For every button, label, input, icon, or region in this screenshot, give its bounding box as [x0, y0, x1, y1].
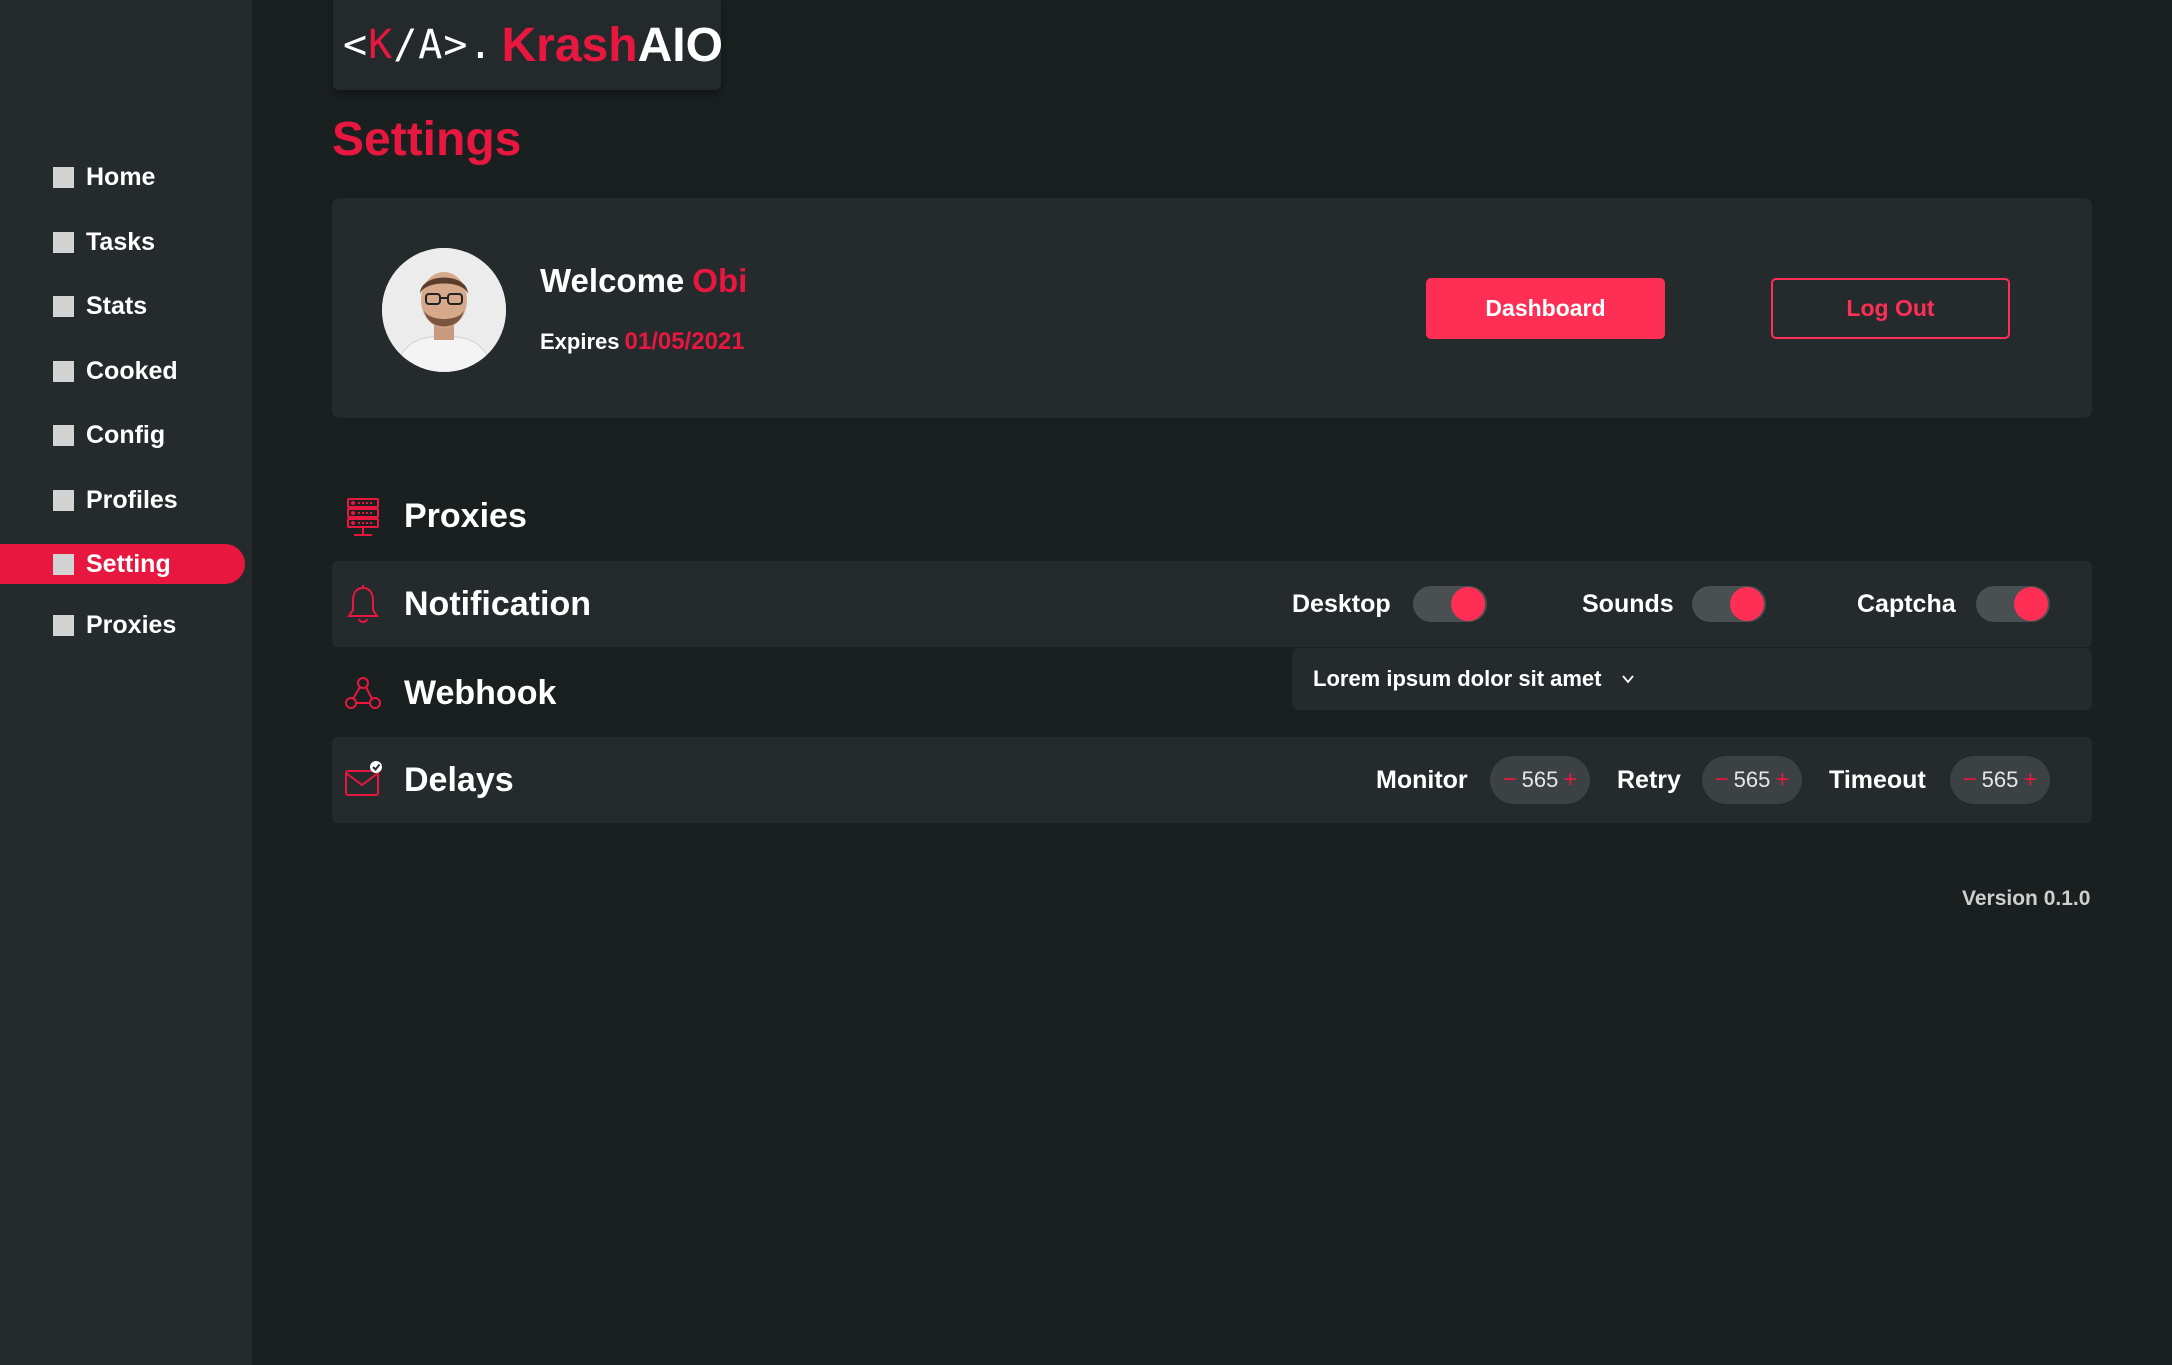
webhook-icon [342, 672, 384, 714]
sidebar-item-tasks[interactable]: Tasks [0, 222, 245, 262]
timeout-stepper[interactable]: − 565 + [1950, 756, 2050, 804]
square-icon [53, 166, 74, 188]
profile-card: Welcome Obi Expires 01/05/2021 Dashboard L… [332, 198, 2092, 418]
sidebar-item-home[interactable]: Home [0, 157, 245, 197]
sidebar-item-cooked[interactable]: Cooked [0, 351, 245, 391]
proxies-section[interactable]: Proxies [332, 473, 2092, 559]
dashboard-button[interactable]: Dashboard [1426, 278, 1665, 339]
retry-label: Retry [1617, 765, 1681, 794]
section-title: Proxies [404, 496, 527, 535]
toggle-knob [1451, 587, 1485, 621]
webhook-select[interactable]: Lorem ipsum dolor sit amet [1292, 648, 2092, 710]
sidebar-item-label: Tasks [86, 227, 156, 256]
timeout-label: Timeout [1829, 765, 1926, 794]
square-icon [53, 614, 74, 636]
toggle-knob [1730, 587, 1764, 621]
avatar [382, 248, 506, 372]
section-title: Delays [404, 760, 514, 799]
sidebar-item-setting[interactable]: Setting [0, 544, 245, 584]
app-window: Home Tasks Stats Cooked Config Profiles … [0, 0, 2172, 1365]
sounds-toggle[interactable] [1692, 586, 1766, 622]
desktop-toggle[interactable] [1413, 586, 1487, 622]
sidebar-item-label: Setting [86, 549, 171, 578]
stepper-value: 565 [1981, 767, 2019, 792]
webhook-section: Webhook Lorem ipsum dolor sit amet [332, 648, 2092, 736]
increment-button[interactable]: + [1772, 766, 1792, 794]
increment-button[interactable]: + [1560, 766, 1580, 794]
sidebar-item-label: Home [86, 162, 156, 191]
square-icon [53, 295, 74, 317]
square-icon [53, 231, 74, 253]
captcha-toggle[interactable] [1976, 586, 2050, 622]
sidebar-item-label: Config [86, 420, 166, 449]
monitor-label: Monitor [1376, 765, 1468, 794]
sidebar-item-label: Stats [86, 291, 148, 320]
sidebar-item-proxies[interactable]: Proxies [0, 605, 245, 645]
notification-section: Notification Desktop Sounds Captcha [332, 561, 2092, 647]
sidebar: Home Tasks Stats Cooked Config Profiles … [0, 0, 252, 1365]
chevron-down-icon [1621, 675, 1634, 684]
square-icon [53, 489, 74, 511]
sidebar-item-profiles[interactable]: Profiles [0, 480, 245, 520]
mail-check-icon [342, 759, 384, 801]
expires-text: Expires 01/05/2021 [540, 328, 745, 355]
logout-button[interactable]: Log Out [1771, 278, 2010, 339]
decrement-button[interactable]: − [1960, 766, 1980, 794]
retry-stepper[interactable]: − 565 + [1702, 756, 1802, 804]
decrement-button[interactable]: − [1712, 766, 1732, 794]
sidebar-item-config[interactable]: Config [0, 415, 245, 455]
decrement-button[interactable]: − [1500, 766, 1520, 794]
logo-mark: <K/A>. [343, 22, 494, 68]
app-logo: <K/A>. KrashAIO [333, 0, 723, 90]
sidebar-item-label: Profiles [86, 485, 178, 514]
expires-date: 01/05/2021 [624, 328, 745, 355]
delays-section: Delays Monitor − 565 + Retry − 565 + Tim… [332, 737, 2092, 823]
webhook-select-value: Lorem ipsum dolor sit amet [1313, 666, 1602, 691]
sidebar-item-label: Proxies [86, 610, 177, 639]
sounds-toggle-label: Sounds [1582, 589, 1674, 618]
stepper-value: 565 [1733, 767, 1771, 792]
server-icon [342, 495, 384, 537]
captcha-toggle-label: Captcha [1857, 589, 1956, 618]
square-icon [53, 424, 74, 446]
square-icon [53, 360, 74, 382]
sidebar-item-label: Cooked [86, 356, 178, 385]
desktop-toggle-label: Desktop [1292, 589, 1391, 618]
sidebar-item-stats[interactable]: Stats [0, 286, 245, 326]
toggle-knob [2014, 587, 2048, 621]
username: Obi [692, 262, 748, 299]
section-title: Webhook [404, 673, 557, 712]
square-icon [53, 553, 74, 575]
section-title: Notification [404, 584, 591, 623]
page-title: Settings [332, 113, 522, 166]
monitor-stepper[interactable]: − 565 + [1490, 756, 1590, 804]
increment-button[interactable]: + [2020, 766, 2040, 794]
welcome-text: Welcome Obi [540, 262, 748, 299]
bell-icon [342, 583, 384, 625]
stepper-value: 565 [1521, 767, 1559, 792]
logo-name: KrashAIO [501, 18, 723, 72]
version-label: Version 0.1.0 [1962, 887, 2091, 910]
